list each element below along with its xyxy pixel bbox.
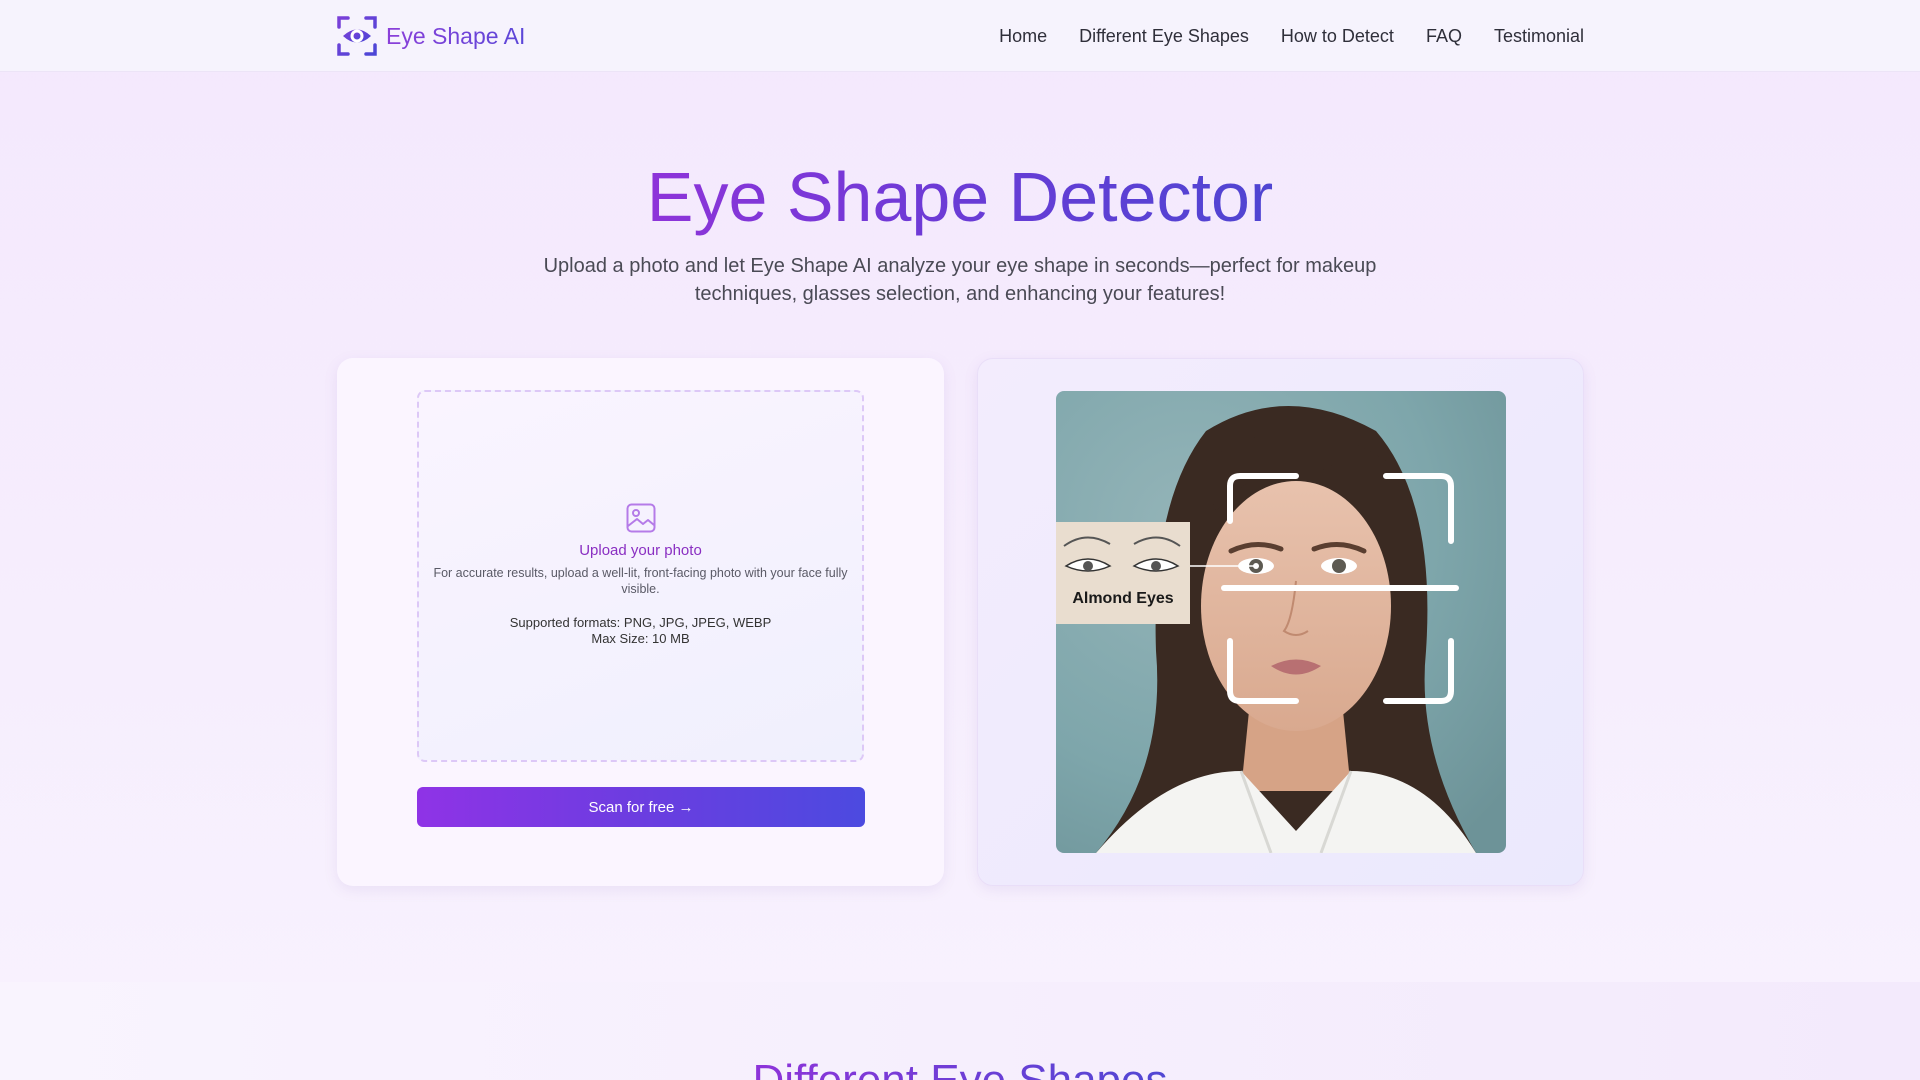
- main-nav: Home Different Eye Shapes How to Detect …: [999, 0, 1584, 72]
- eye-shape-label: Almond Eyes: [1072, 590, 1174, 607]
- nav-different-eye-shapes[interactable]: Different Eye Shapes: [1079, 26, 1249, 47]
- brand-name: Eye Shape AI: [386, 22, 526, 49]
- eye-shape-result-tag: Almond Eyes: [1056, 522, 1190, 624]
- nav-how-to-detect[interactable]: How to Detect: [1281, 26, 1394, 47]
- eyes-illustration-icon: [1063, 536, 1181, 572]
- nav-faq[interactable]: FAQ: [1426, 26, 1462, 47]
- upload-description: For accurate results, upload a well-lit,…: [433, 566, 848, 596]
- nav-testimonial[interactable]: Testimonial: [1494, 26, 1584, 47]
- brand-logo[interactable]: Eye Shape AI: [336, 15, 525, 57]
- upload-dropzone[interactable]: Upload your photo For accurate results, …: [417, 390, 864, 762]
- site-header: Eye Shape AI Home Different Eye Shapes H…: [0, 0, 1920, 72]
- upload-card: Upload your photo For accurate results, …: [337, 358, 944, 886]
- preview-card: Almond Eyes: [977, 358, 1584, 886]
- max-size: Max Size: 10 MB: [591, 631, 690, 646]
- supported-formats: Supported formats: PNG, JPG, JPEG, WEBP: [509, 615, 772, 630]
- dropzone-content: Upload your photo For accurate results, …: [419, 502, 862, 647]
- upload-title: Upload your photo: [579, 542, 702, 559]
- upload-requirements: Supported formats: PNG, JPG, JPEG, WEBP …: [419, 615, 862, 647]
- page-title: Eye Shape Detector: [646, 158, 1274, 236]
- image-icon: [626, 503, 655, 533]
- scan-button[interactable]: Scan for free →: [417, 787, 865, 827]
- section-title: Different Eye Shapes: [0, 1056, 1920, 1080]
- eye-scan-icon: [337, 16, 377, 56]
- hero-subtitle: Upload a photo and let Eye Shape AI anal…: [543, 255, 1377, 305]
- nav-home[interactable]: Home: [999, 26, 1047, 47]
